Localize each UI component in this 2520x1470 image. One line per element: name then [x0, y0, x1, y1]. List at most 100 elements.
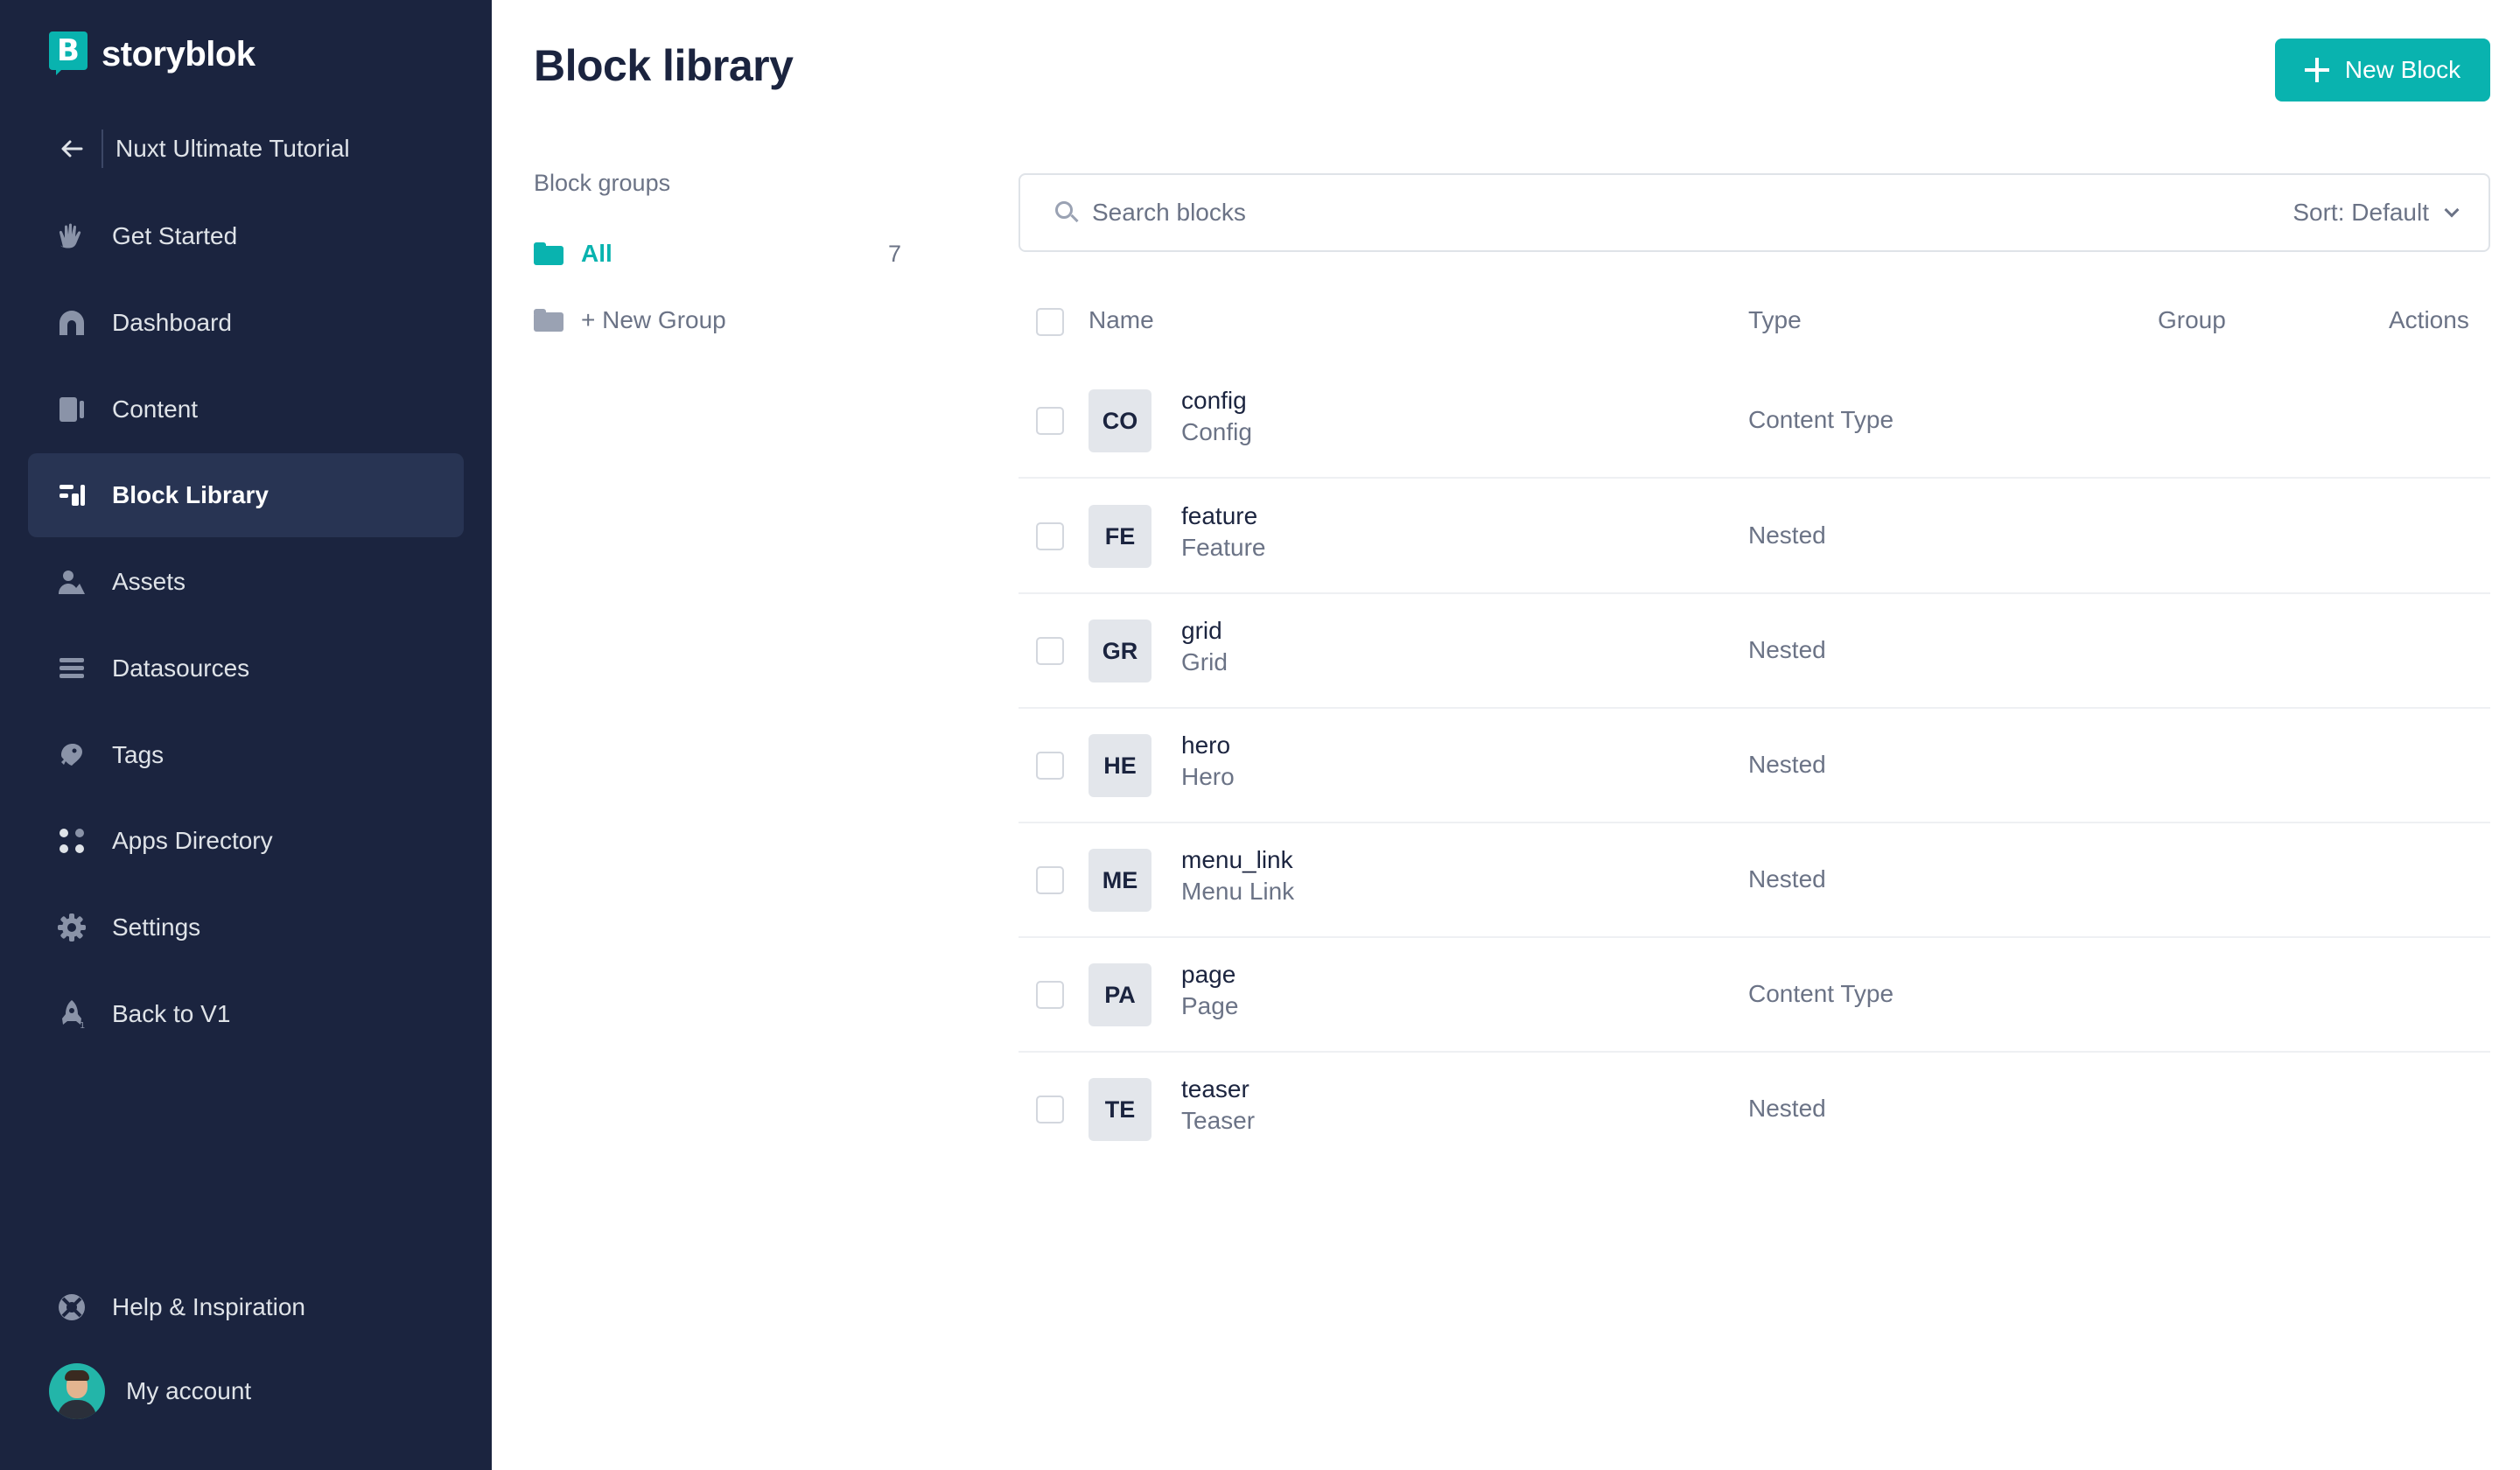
block-groups-heading: Block groups [534, 170, 671, 196]
block-display-name: Feature [1181, 534, 1266, 561]
space-name: Nuxt Ultimate Tutorial [116, 135, 350, 162]
block-type: Nested [1748, 865, 1826, 892]
row-checkbox[interactable] [1036, 407, 1064, 435]
sidebar-item-label: Get Started [112, 222, 238, 249]
folder-icon [534, 242, 564, 265]
row-checkbox[interactable] [1036, 637, 1064, 665]
table-row[interactable]: PA page Page Content Type [1018, 938, 2490, 1053]
block-badge: ME [1088, 849, 1152, 912]
sidebar-item-tags[interactable]: Tags [28, 713, 464, 797]
rocket-icon: 1 [52, 995, 91, 1033]
row-checkbox[interactable] [1036, 981, 1064, 1009]
block-name[interactable]: grid [1181, 617, 1222, 645]
help-label: Help & Inspiration [112, 1293, 306, 1320]
block-display-name: Grid [1181, 648, 1228, 676]
sidebar-item-assets[interactable]: Assets [28, 540, 464, 624]
table-row[interactable]: GR grid Grid Nested [1018, 594, 2490, 709]
block-name[interactable]: config [1181, 387, 1247, 415]
block-library-icon [52, 476, 91, 514]
block-badge: GR [1088, 620, 1152, 682]
svg-text:1: 1 [80, 1021, 85, 1030]
new-block-button[interactable]: New Block [2275, 38, 2490, 102]
select-all-checkbox[interactable] [1036, 308, 1064, 336]
row-checkbox[interactable] [1036, 522, 1064, 550]
sidebar-item-block-library[interactable]: Block Library [28, 453, 464, 537]
block-type: Nested [1748, 522, 1826, 549]
sidebar: B storyblok Nuxt Ultimate Tutorial Get S… [0, 0, 492, 1470]
storyblok-logo[interactable]: B storyblok [49, 32, 256, 77]
chevron-down-icon [2444, 202, 2460, 218]
apps-grid-icon [52, 822, 91, 860]
table-row[interactable]: FE feature Feature Nested [1018, 480, 2490, 594]
block-name[interactable]: menu_link [1181, 846, 1293, 874]
sidebar-item-label: Dashboard [112, 309, 232, 336]
sidebar-item-label: Block Library [112, 481, 269, 508]
account-label: My account [126, 1377, 252, 1404]
table-row[interactable]: ME menu_link Menu Link Nested [1018, 823, 2490, 938]
column-header-type[interactable]: Type [1748, 306, 1802, 334]
sidebar-item-dashboard[interactable]: Dashboard [28, 281, 464, 365]
table-row[interactable]: TE teaser Teaser Nested [1018, 1053, 2490, 1167]
row-checkbox[interactable] [1036, 752, 1064, 780]
block-badge: FE [1088, 505, 1152, 568]
block-name[interactable]: feature [1181, 502, 1257, 530]
arrow-left-icon [52, 130, 91, 168]
block-type: Content Type [1748, 406, 1894, 433]
datasources-icon [52, 649, 91, 688]
block-badge: CO [1088, 389, 1152, 452]
block-display-name: Config [1181, 418, 1252, 445]
block-badge: PA [1088, 963, 1152, 1026]
back-to-space-button[interactable]: Nuxt Ultimate Tutorial [28, 107, 464, 191]
my-account-button[interactable]: My account [28, 1349, 464, 1433]
block-display-name: Teaser [1181, 1107, 1256, 1134]
content-icon [52, 390, 91, 429]
column-header-group[interactable]: Group [2158, 306, 2226, 334]
block-type: Nested [1748, 636, 1826, 663]
divider [102, 130, 103, 168]
sidebar-item-apps-directory[interactable]: Apps Directory [28, 799, 464, 883]
tag-icon [52, 736, 91, 774]
search-box: Sort: Default [1018, 173, 2490, 252]
block-display-name: Menu Link [1181, 878, 1295, 905]
sidebar-item-label: Settings [112, 914, 201, 941]
page-title: Block library [534, 41, 794, 90]
sidebar-item-label: Apps Directory [112, 827, 273, 854]
block-name[interactable]: page [1181, 961, 1236, 989]
row-checkbox[interactable] [1036, 1096, 1064, 1124]
gear-icon [52, 908, 91, 947]
folder-icon [534, 309, 564, 332]
table-row[interactable]: HE hero Hero Nested [1018, 709, 2490, 823]
sidebar-item-get-started[interactable]: Get Started [28, 194, 464, 278]
block-type: Nested [1748, 1095, 1826, 1122]
sidebar-item-settings[interactable]: Settings [28, 886, 464, 970]
block-display-name: Page [1181, 992, 1239, 1019]
search-input[interactable] [1092, 199, 2142, 227]
sidebar-item-back-to-v1[interactable]: 1 Back to V1 [28, 972, 464, 1056]
sidebar-item-datasources[interactable]: Datasources [28, 626, 464, 710]
sidebar-item-label: Datasources [112, 654, 250, 682]
sidebar-item-label: Assets [112, 568, 186, 595]
new-group-label: + New Group [581, 306, 726, 333]
column-header-name[interactable]: Name [1088, 306, 1154, 334]
new-group-button[interactable]: + New Group [534, 299, 901, 341]
brand-name: storyblok [102, 34, 256, 74]
group-all[interactable]: All 7 [534, 233, 901, 275]
block-type: Nested [1748, 751, 1826, 778]
help-inspiration-button[interactable]: Help & Inspiration [28, 1265, 464, 1349]
block-name[interactable]: teaser [1181, 1075, 1250, 1103]
block-type: Content Type [1748, 980, 1894, 1007]
group-all-label: All [581, 240, 612, 267]
sidebar-item-label: Back to V1 [112, 1000, 231, 1027]
row-checkbox[interactable] [1036, 866, 1064, 894]
sort-dropdown[interactable]: Sort: Default [2292, 199, 2460, 227]
sidebar-item-content[interactable]: Content [28, 368, 464, 452]
block-badge: TE [1088, 1078, 1152, 1141]
table-row[interactable]: CO config Config Content Type [1018, 364, 2490, 479]
block-name[interactable]: hero [1181, 732, 1230, 760]
hand-wave-icon [52, 217, 91, 256]
lifebuoy-icon [52, 1288, 91, 1326]
new-block-label: New Block [2344, 56, 2461, 83]
sort-label: Sort: Default [2292, 199, 2429, 226]
avatar [49, 1363, 105, 1419]
assets-icon [52, 563, 91, 601]
